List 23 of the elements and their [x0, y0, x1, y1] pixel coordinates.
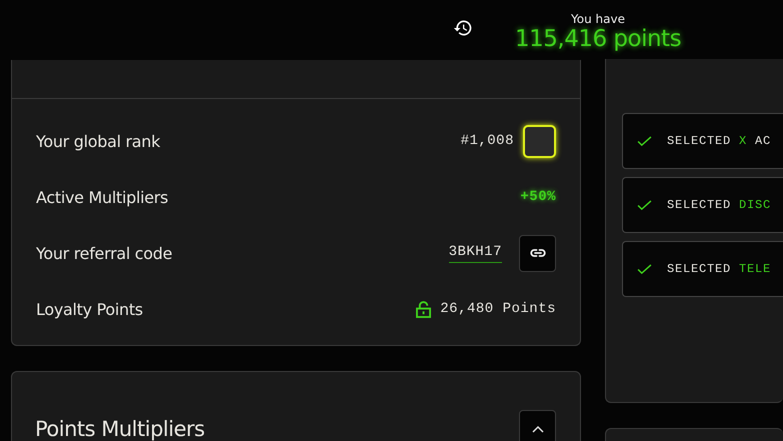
points-total: 115,416 points — [515, 26, 682, 52]
task-label: SELECTED X AC — [667, 134, 772, 148]
referral-code[interactable]: 3BKH17 — [448, 244, 502, 262]
collapse-button[interactable] — [519, 410, 556, 441]
task-label: SELECTED DISC — [667, 198, 772, 212]
stat-label: Active Multipliers — [36, 188, 168, 206]
multiplier-value: +50% — [520, 189, 556, 205]
task-label: SELECTED TELE — [667, 262, 772, 276]
lock-icon — [416, 300, 432, 318]
rank-value: #1,008 — [460, 133, 514, 149]
loyalty-value: 26,480 Points — [440, 301, 556, 317]
history-icon[interactable] — [453, 18, 473, 38]
stat-label: Your global rank — [36, 132, 160, 150]
task-item[interactable]: SELECTED DISC — [622, 177, 783, 233]
chevron-icon — [532, 424, 544, 432]
points-caption: You have — [571, 12, 625, 26]
avatar-placeholder[interactable] — [523, 124, 556, 158]
section-title: Points Multipliers — [35, 417, 205, 441]
copy-link-button[interactable] — [519, 234, 556, 272]
task-item[interactable]: SELECTED X AC — [622, 113, 783, 169]
task-item[interactable]: SELECTED TELE — [622, 241, 783, 297]
stat-label: Your referral code — [36, 244, 172, 262]
stat-label: Loyalty Points — [36, 300, 143, 318]
